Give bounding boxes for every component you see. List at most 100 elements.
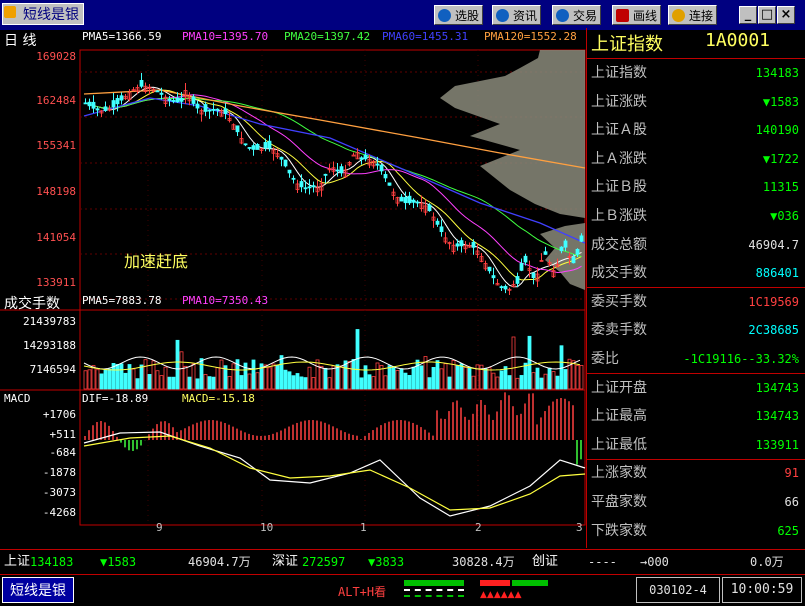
volume-bar	[411, 366, 416, 390]
vol-pma5-label: PMA5=7883.78	[82, 294, 162, 307]
volume-bar	[455, 365, 460, 390]
candle-body	[531, 272, 536, 279]
taskbar-app-button[interactable]: 短线是银	[2, 577, 74, 603]
candle-body	[279, 156, 284, 160]
volume-bar	[499, 370, 504, 390]
quote-row: 下跌家数 625	[587, 518, 805, 544]
quote-row-value: 140190	[755, 123, 799, 138]
candle-body	[455, 243, 460, 247]
taskbar: 短线是银 ALT+H看 ▲▲▲▲▲▲ 030102-4 10:00:59	[0, 575, 805, 606]
period-label[interactable]: 日 线	[4, 30, 36, 50]
volume-bar	[123, 372, 128, 390]
maximize-button[interactable]: □	[758, 6, 776, 24]
stock-pick-button[interactable]: 选股	[434, 5, 484, 25]
dif-line	[83, 431, 586, 517]
sz-amount: 30828.4万	[452, 555, 515, 569]
candle-body	[491, 275, 496, 279]
news-button[interactable]: 资讯	[492, 5, 542, 25]
candle-body	[575, 248, 580, 255]
volume-bar	[391, 366, 396, 390]
price-tick: 133911	[36, 276, 76, 289]
quote-row-label: 上证最高	[591, 408, 647, 425]
candle-body	[435, 220, 440, 225]
vol-pma10-label: PMA10=7350.43	[182, 294, 269, 307]
quote-row-value: ▼1583	[762, 94, 799, 109]
candle-body	[379, 164, 384, 172]
volume-bar	[239, 375, 244, 390]
trade-icon	[556, 9, 569, 22]
quote-row-value: 1C19569	[748, 294, 799, 309]
volume-bar	[491, 372, 496, 390]
market-breadth-indicator-2: ▲▲▲▲▲▲	[478, 579, 550, 601]
quote-row: 上证涨跌 ▼1583	[587, 89, 805, 115]
macd-tick: -684	[49, 446, 77, 459]
sz-label[interactable]: 深证	[272, 550, 298, 574]
clock: 10:00:59	[722, 577, 802, 603]
volume-profile	[440, 50, 585, 218]
vol-tick: 7146594	[29, 363, 76, 376]
volume-bar	[467, 367, 472, 390]
candle-body	[311, 185, 316, 188]
quote-row-label: 上证开盘	[591, 379, 647, 396]
candle-body	[579, 235, 584, 242]
quote-row-label: 上Ａ涨跌	[591, 150, 647, 167]
candle-body	[439, 226, 444, 233]
quote-row-value: ▼1722	[762, 151, 799, 166]
candle-body	[303, 187, 308, 190]
volume-bar	[431, 367, 436, 390]
volume-bar	[539, 377, 544, 390]
volume-bar	[351, 359, 356, 390]
cy-label[interactable]: 创证	[532, 550, 558, 574]
sh-label[interactable]: 上证	[4, 550, 30, 574]
volume-bar	[211, 376, 216, 390]
volume-bar	[331, 365, 336, 390]
news-icon	[496, 9, 509, 22]
volume-bar	[363, 365, 368, 390]
candle-body	[251, 145, 256, 150]
macd-value-label: MACD=-15.18	[182, 392, 255, 405]
volume-bar	[307, 366, 312, 390]
volume-bar	[579, 365, 584, 390]
candle-body	[207, 109, 212, 112]
volume-bar	[271, 363, 276, 390]
volume-bar	[547, 367, 552, 390]
cy-amount: 0.0万	[750, 555, 784, 569]
help-hint: ALT+H看	[338, 585, 387, 599]
volume-bar	[155, 370, 160, 390]
volume-bar	[171, 376, 176, 390]
candle-body	[323, 173, 328, 176]
volume-bar	[459, 363, 464, 390]
volume-bar	[291, 375, 296, 390]
quote-row-label: 委买手数	[591, 293, 647, 310]
volume-bar	[555, 375, 560, 390]
quote-row-label: 上证Ｂ股	[591, 179, 647, 196]
connect-button[interactable]: 连接	[668, 5, 718, 25]
dea-line	[83, 435, 586, 511]
volume-bar	[503, 366, 508, 390]
cy-arrow: →000	[640, 555, 669, 569]
kline-chart[interactable]: 日 线 PMA5=1366.59 PMA10=1395.70 PMA20=139…	[0, 28, 586, 548]
minimize-button[interactable]: _	[739, 6, 757, 24]
volume-bar	[103, 369, 108, 390]
macd-tick: -3073	[42, 486, 76, 499]
volume-bar	[279, 355, 284, 390]
draw-line-button[interactable]: 画线	[612, 5, 662, 25]
candle-body	[523, 255, 528, 263]
candle-body	[387, 182, 392, 186]
candle-body	[287, 169, 292, 174]
quote-row-value: 11315	[762, 180, 799, 195]
cy-value: ----	[588, 555, 617, 569]
volume-bar	[275, 364, 280, 390]
quote-row-label: 平盘家数	[591, 494, 647, 510]
candle-body	[103, 106, 108, 111]
candle-body	[359, 157, 364, 160]
candle-body	[223, 108, 228, 114]
candle-body	[363, 154, 368, 160]
pma5-label: PMA5=1366.59	[82, 30, 162, 43]
candle-body	[499, 286, 504, 289]
quote-row-value: 134743	[755, 380, 799, 395]
macd-lines	[83, 431, 586, 517]
trade-button[interactable]: 交易	[552, 5, 602, 25]
close-button[interactable]: ×	[777, 6, 795, 24]
candle-body	[427, 204, 432, 212]
